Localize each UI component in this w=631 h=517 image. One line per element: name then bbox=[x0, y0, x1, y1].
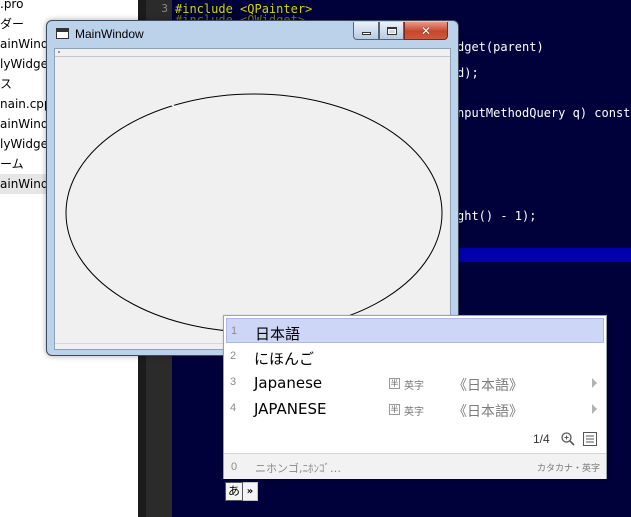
candidate-word: 日本語 bbox=[255, 325, 301, 343]
tree-item-pro[interactable]: .pro bbox=[0, 0, 23, 14]
main-window[interactable]: MainWindow ✕ bbox=[46, 20, 459, 356]
code-fragment-constructor: dget(parent) bbox=[457, 40, 544, 54]
submenu-arrow-icon[interactable] bbox=[592, 404, 597, 414]
close-icon: ✕ bbox=[420, 23, 432, 38]
submenu-arrow-icon[interactable] bbox=[592, 378, 597, 388]
candidate-pager: 1/4 bbox=[533, 432, 550, 446]
footer-candidate-number: 0 bbox=[231, 461, 238, 473]
footer-candidate-type: カタカナ・英字 bbox=[536, 464, 600, 474]
tree-item-main-cpp[interactable]: nain.cpp bbox=[0, 94, 52, 114]
candidate-number: 2 bbox=[230, 350, 237, 362]
ime-candidate-window[interactable]: 1 日本語 2 にほんご 3 Japanese 半 英字 《日本語》 4 JAP… bbox=[223, 315, 607, 479]
window-app-icon[interactable] bbox=[56, 28, 69, 39]
window-client-area[interactable] bbox=[54, 48, 451, 350]
candidate-number: 3 bbox=[230, 376, 237, 388]
close-button[interactable]: ✕ bbox=[404, 22, 448, 40]
minimize-icon bbox=[361, 32, 371, 35]
candidate-footer[interactable]: 0 ニホンゴ,ﾆﾎﾝｺﾞ… カタカナ・英字 bbox=[224, 453, 606, 479]
menu-bar-grip bbox=[58, 51, 60, 53]
zoom-icon[interactable] bbox=[560, 431, 576, 447]
maximize-button[interactable] bbox=[379, 22, 404, 40]
maximize-icon bbox=[386, 26, 397, 35]
ime-input-mode-button[interactable]: あ bbox=[225, 482, 243, 501]
candidate-number: 4 bbox=[230, 402, 237, 414]
minimize-button[interactable] bbox=[353, 22, 379, 40]
candidate-meaning: 《日本語》 bbox=[453, 404, 523, 420]
candidate-type: 英字 bbox=[404, 381, 424, 392]
ime-language-bar[interactable]: あ » bbox=[225, 482, 258, 501]
ellipse-drawing bbox=[65, 93, 443, 333]
code-fragment-close: d); bbox=[457, 66, 479, 80]
halfwidth-badge-icon: 半 bbox=[389, 378, 400, 389]
window-title: MainWindow bbox=[75, 27, 144, 41]
list-view-icon[interactable] bbox=[582, 431, 598, 447]
line-number: 3 bbox=[161, 2, 168, 15]
halfwidth-badge-icon: 半 bbox=[389, 404, 400, 415]
tree-item-mywidget-header[interactable]: lyWidge bbox=[0, 54, 48, 74]
candidate-item[interactable]: 1 日本語 bbox=[226, 318, 604, 343]
candidate-meaning: 《日本語》 bbox=[453, 378, 523, 394]
footer-candidate-text: ニホンゴ,ﾆﾎﾝｺﾞ… bbox=[255, 462, 341, 475]
candidate-type: 英字 bbox=[404, 407, 424, 418]
window-titlebar[interactable]: MainWindow ✕ bbox=[47, 21, 458, 47]
candidate-number: 1 bbox=[231, 325, 238, 337]
tree-item-sources-folder[interactable]: ス bbox=[0, 74, 12, 94]
candidate-item[interactable]: 4 JAPANESE 半 英字 《日本語》 bbox=[226, 396, 604, 421]
tree-item-forms-folder[interactable]: ーム bbox=[0, 154, 24, 174]
candidate-word: JAPANESE bbox=[254, 400, 327, 418]
candidate-word: Japanese bbox=[254, 374, 323, 392]
code-fragment-inputmethodquery: nputMethodQuery q) const bbox=[457, 106, 631, 120]
candidate-item[interactable]: 2 にほんご bbox=[226, 344, 604, 369]
candidate-item[interactable]: 3 Japanese 半 英字 《日本語》 bbox=[226, 370, 604, 395]
code-fragment-height: ght() - 1); bbox=[457, 209, 537, 223]
ime-expand-button[interactable]: » bbox=[243, 482, 258, 501]
menu-bar[interactable] bbox=[55, 49, 450, 57]
tree-item-folder[interactable]: ダー bbox=[0, 14, 24, 34]
candidate-word: にほんご bbox=[254, 350, 315, 368]
tree-item-mywidget-cpp[interactable]: lyWidge bbox=[0, 134, 48, 154]
